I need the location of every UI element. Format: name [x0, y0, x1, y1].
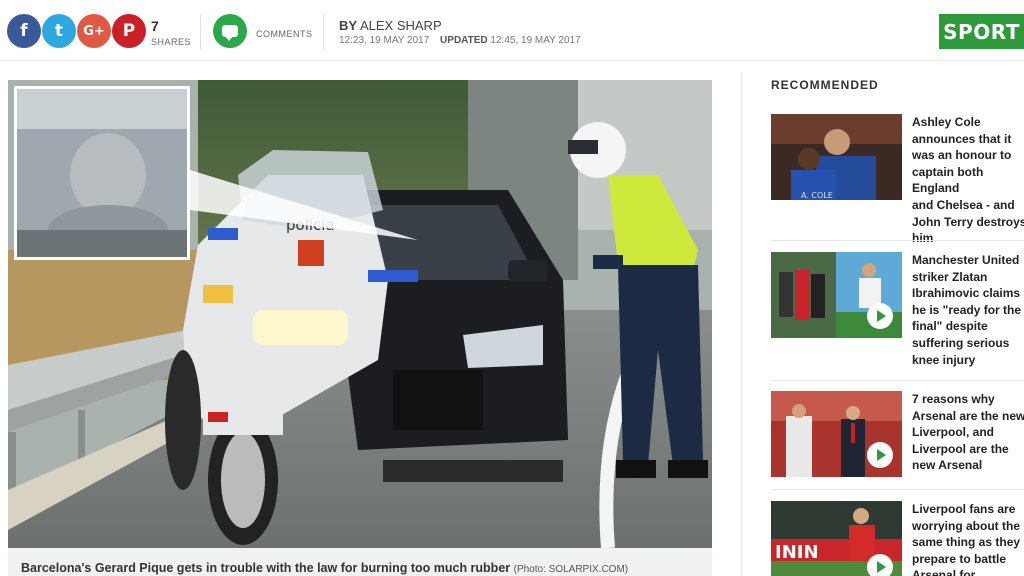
- recommended-item[interactable]: 7 reasons why Arsenal are the new Liverp…: [771, 391, 1024, 491]
- photo-credit: (Photo: SOLARPIX.COM): [513, 564, 629, 575]
- comment-icon[interactable]: [213, 14, 247, 48]
- thumb-board-text: ININ: [775, 542, 819, 563]
- timestamps: 12:23, 19 MAY 2017 UPDATED 12:45, 19 MAY…: [339, 35, 581, 46]
- published-time: 12:23, 19 MAY 2017: [339, 35, 430, 46]
- share-count: 7: [151, 18, 159, 34]
- recommended-item[interactable]: A. COLE Ashley Cole announces that it wa…: [771, 114, 1024, 245]
- updated-time: 12:45, 19 MAY 2017: [490, 35, 581, 46]
- google-plus-icon[interactable]: G+: [77, 14, 111, 48]
- play-video-icon[interactable]: [867, 442, 893, 468]
- recommended-thumbnail[interactable]: A. COLE: [771, 114, 902, 200]
- recommended-separator: [771, 240, 1024, 241]
- recommended-thumbnail[interactable]: ININ: [771, 501, 902, 576]
- recommended-headline[interactable]: Ashley Cole announces that it was an hon…: [912, 114, 1024, 247]
- sport-section-button[interactable]: SPORT: [939, 14, 1024, 49]
- facebook-icon[interactable]: f: [7, 14, 41, 48]
- recommended-separator: [771, 489, 1024, 490]
- header-divider: [200, 14, 201, 50]
- byline: BY ALEX SHARP: [339, 18, 442, 33]
- recommended-headline[interactable]: Manchester United striker Zlatan Ibrahim…: [912, 252, 1024, 368]
- caption-text: Barcelona's Gerard Pique gets in trouble…: [21, 561, 511, 575]
- recommended-separator: [771, 380, 1024, 381]
- recommended-item[interactable]: ININ Liverpool fans are worrying about t…: [771, 501, 1024, 576]
- share-count-label: SHARES: [151, 37, 192, 47]
- thumb-shirt-text: A. COLE: [801, 191, 833, 200]
- recommended-headline[interactable]: Liverpool fans are worrying about the sa…: [912, 501, 1024, 576]
- pinterest-icon[interactable]: P: [112, 14, 146, 48]
- play-video-icon[interactable]: [867, 554, 893, 576]
- google-plus-glyph: G+: [83, 23, 105, 39]
- header-divider: [323, 14, 324, 50]
- sidebar-divider: [741, 72, 742, 576]
- recommended-thumbnail[interactable]: [771, 252, 902, 338]
- byline-prefix: BY: [339, 18, 358, 33]
- updated-label: UPDATED: [440, 35, 488, 46]
- pinterest-glyph: P: [122, 21, 136, 41]
- twitter-icon[interactable]: t: [42, 14, 76, 48]
- recommended-item[interactable]: Manchester United striker Zlatan Ibrahim…: [771, 252, 1024, 372]
- recommended-thumbnail[interactable]: [771, 391, 902, 477]
- speech-bubble-icon: [222, 25, 238, 41]
- twitter-glyph: t: [54, 21, 64, 41]
- comments-link[interactable]: COMMENTS: [256, 29, 313, 39]
- play-video-icon[interactable]: [867, 303, 893, 329]
- recommended-heading: RECOMMENDED: [771, 78, 879, 92]
- facebook-glyph: f: [20, 21, 28, 41]
- image-caption: Barcelona's Gerard Pique gets in trouble…: [21, 561, 628, 575]
- header-separator: [0, 60, 1024, 61]
- author-name[interactable]: ALEX SHARP: [360, 18, 442, 33]
- recommended-headline[interactable]: 7 reasons why Arsenal are the new Liverp…: [912, 391, 1024, 474]
- article-main-image[interactable]: policia: [8, 80, 712, 548]
